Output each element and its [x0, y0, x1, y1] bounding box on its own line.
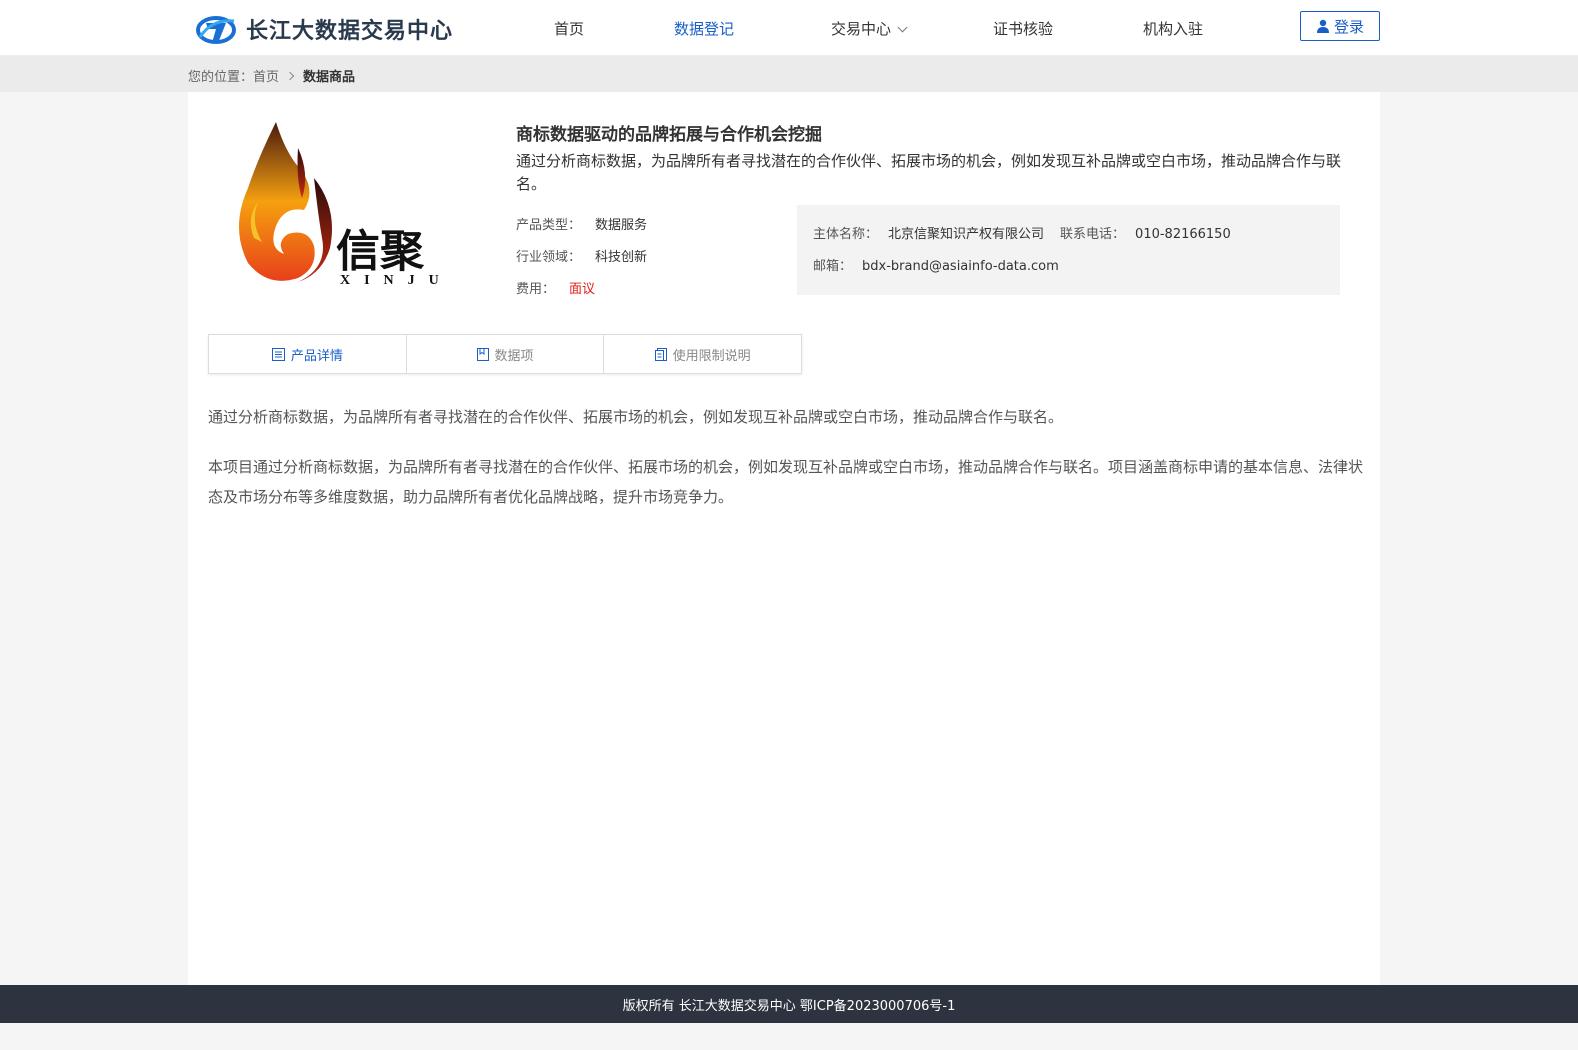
- breadcrumb-current: 数据商品: [303, 70, 356, 85]
- contact-box: 主体名称： 北京信聚知识产权有限公司 联系电话： 010-82166150 邮箱： bd…: [797, 205, 1340, 295]
- nav-trading-center-label: 交易中心: [831, 20, 892, 38]
- detail-paragraph-2: 本项目通过分析商标数据，为品牌所有者寻找潜在的合作伙伴、拓展市场的机会，例如发现…: [208, 458, 1364, 506]
- tab-product-detail-label: 产品详情: [290, 348, 343, 364]
- product-title: 商标数据驱动的品牌拓展与合作机会挖掘: [516, 125, 822, 145]
- list-icon: [271, 347, 285, 361]
- tab-usage-restrictions[interactable]: 使用限制说明: [604, 335, 801, 373]
- contact-row-subject: 主体名称： 北京信聚知识产权有限公司 联系电话： 010-82166150: [813, 223, 1231, 242]
- detail-paragraph-1: 通过分析商标数据，为品牌所有者寻找潜在的合作伙伴、拓展市场的机会，例如发现互补品…: [208, 408, 1064, 426]
- breadcrumb-prefix: 您的位置：: [188, 70, 254, 85]
- contact-email-value: bdx-brand@asiainfo-data.com: [862, 259, 1059, 274]
- breadcrumb: 您的位置： 首页 数据商品: [188, 66, 355, 85]
- meta-fee: 费用： 面议: [516, 278, 595, 297]
- detail-tabs: 产品详情 数据项 使用限制说明: [208, 334, 802, 374]
- login-button[interactable]: 登录: [1300, 11, 1380, 41]
- user-icon: [1316, 19, 1329, 33]
- login-label: 登录: [1333, 17, 1364, 36]
- nav-certificate-verify[interactable]: 证书核验: [993, 18, 1053, 39]
- tab-product-detail[interactable]: 产品详情: [209, 335, 407, 373]
- meta-product-type: 产品类型： 数据服务: [516, 214, 647, 233]
- meta-industry-value: 科技创新: [595, 250, 648, 265]
- tab-data-items[interactable]: 数据项: [407, 335, 605, 373]
- contact-phone-label: 联系电话：: [1060, 227, 1126, 242]
- footer-copyright: 版权所有 长江大数据交易中心 鄂ICP备2023000706号-1: [622, 998, 956, 1014]
- contact-phone-value: 010-82166150: [1135, 227, 1231, 242]
- product-summary: 通过分析商标数据，为品牌所有者寻找潜在的合作伙伴、拓展市场的机会，例如发现互补品…: [516, 152, 1342, 193]
- tab-data-items-label: 数据项: [494, 348, 534, 364]
- brand[interactable]: 长江大数据交易中心: [196, 12, 453, 46]
- nav-institution-join[interactable]: 机构入驻: [1143, 18, 1203, 39]
- contact-subject-label: 主体名称：: [813, 227, 879, 242]
- brand-logo-icon: [196, 16, 236, 44]
- meta-fee-value: 面议: [569, 282, 596, 297]
- nav-trading-center[interactable]: 交易中心: [831, 18, 908, 39]
- chevron-right-icon: [285, 71, 295, 80]
- product-card: 信聚 XINJU 商标数据驱动的品牌拓展与合作机会挖掘 通过分析商标数据，为品牌…: [188, 92, 1380, 985]
- product-logo-text: 信聚: [336, 227, 425, 276]
- meta-fee-label: 费用：: [516, 282, 556, 297]
- product-logo-subtext: XINJU: [340, 273, 453, 288]
- meta-industry: 行业领域： 科技创新: [516, 246, 647, 265]
- nav-home[interactable]: 首页: [554, 18, 584, 39]
- top-header: 长江大数据交易中心 首页 数据登记 交易中心 证书核验 机构入驻 登录: [0, 0, 1578, 56]
- brand-name: 长江大数据交易中心: [246, 19, 454, 44]
- footer: 版权所有 长江大数据交易中心 鄂ICP备2023000706号-1: [0, 985, 1578, 1023]
- breadcrumb-bar: 您的位置： 首页 数据商品: [0, 56, 1578, 92]
- bookmark-icon: [476, 347, 489, 361]
- document-icon: [654, 347, 667, 361]
- breadcrumb-home-link[interactable]: 首页: [253, 66, 279, 85]
- chevron-down-icon: [897, 22, 908, 33]
- contact-row-email: 邮箱： bdx-brand@asiainfo-data.com: [813, 255, 1059, 274]
- product-logo: 信聚 XINJU: [239, 122, 453, 288]
- nav-data-registration[interactable]: 数据登记: [674, 18, 734, 39]
- tab-usage-restrictions-label: 使用限制说明: [672, 348, 751, 364]
- contact-subject-value: 北京信聚知识产权有限公司: [888, 227, 1045, 242]
- meta-product-type-value: 数据服务: [595, 218, 648, 233]
- meta-product-type-label: 产品类型：: [516, 218, 582, 233]
- meta-industry-label: 行业领域：: [516, 250, 582, 265]
- contact-email-label: 邮箱：: [813, 259, 853, 274]
